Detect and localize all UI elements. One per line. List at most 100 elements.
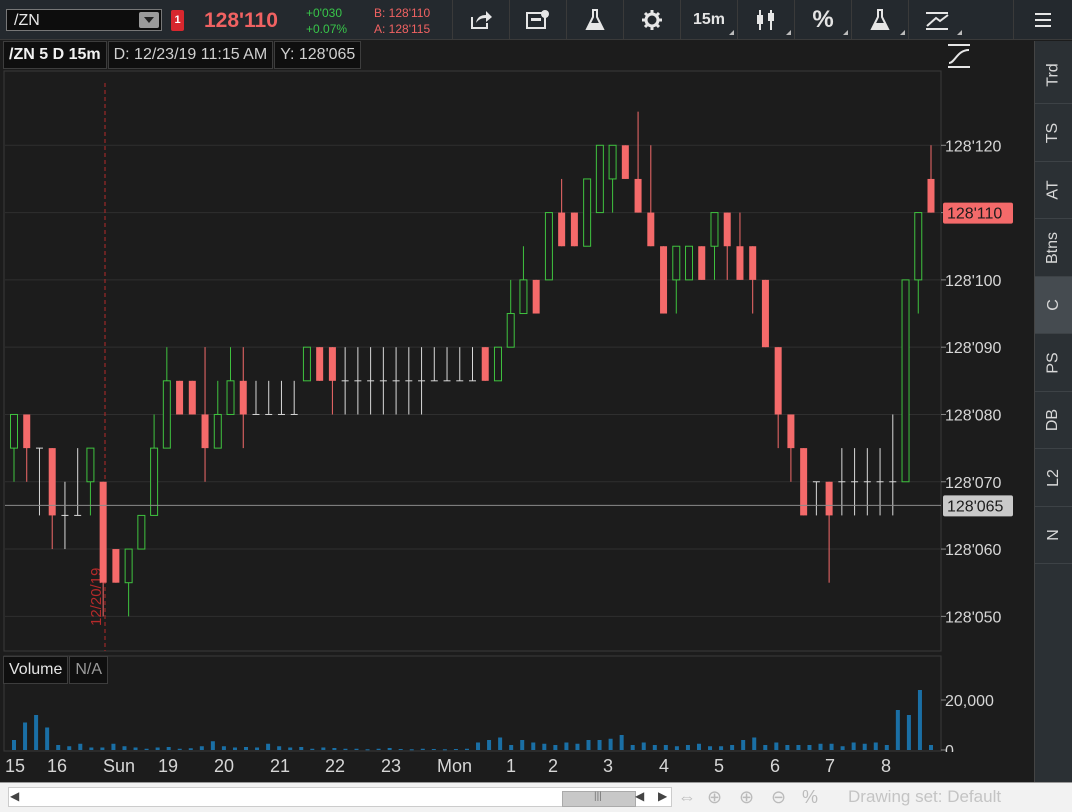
candle-body <box>825 481 833 516</box>
candle-body <box>787 414 795 449</box>
candle-body <box>927 178 935 213</box>
pan-icon[interactable]: ⇔ <box>678 787 696 808</box>
x-tick-label: 3 <box>603 756 614 776</box>
volume-chart[interactable]: 20,000 0 <box>3 655 1033 752</box>
tab-ts[interactable]: TS <box>1035 105 1072 162</box>
candle-body <box>723 212 731 247</box>
tab-at[interactable]: AT <box>1035 162 1072 219</box>
candle <box>595 144 604 214</box>
settings-button[interactable] <box>623 0 680 40</box>
chart-type-button[interactable] <box>737 0 794 40</box>
candle-body <box>710 212 719 247</box>
candle <box>188 380 196 415</box>
volume-bar <box>89 747 94 750</box>
alert-badge[interactable]: 1 <box>171 10 184 31</box>
volume-bar <box>420 748 425 750</box>
symbol-selector[interactable]: /ZN <box>6 9 162 31</box>
tab-btns[interactable]: Btns <box>1035 220 1072 277</box>
volume-bar <box>774 742 779 750</box>
drawings-button[interactable] <box>908 0 965 40</box>
volume-bar <box>23 722 28 750</box>
candle-body <box>583 178 592 247</box>
x-tick-label: 6 <box>770 756 781 776</box>
candle-body <box>914 212 923 281</box>
scroll-left-icon[interactable]: ◀ <box>10 789 19 803</box>
zoom-out-icon[interactable]: ⊖ <box>771 787 786 808</box>
tab-trd[interactable]: Trd <box>1035 47 1072 104</box>
net-change: +0'030 <box>306 6 342 20</box>
volume-bar <box>917 690 922 750</box>
chart-info-button[interactable] <box>509 0 566 40</box>
crosshair-icon[interactable]: ⊕ <box>707 787 722 808</box>
candle-body <box>481 347 489 381</box>
studies-menu-button[interactable] <box>851 0 908 40</box>
candle-body <box>23 414 31 449</box>
percent-icon: % <box>812 6 834 33</box>
candle-body <box>316 347 324 381</box>
last-price-tag-text: 128'110 <box>947 206 1002 223</box>
candle-body <box>137 514 146 550</box>
flask-icon <box>870 9 890 30</box>
volume-bar <box>310 748 315 750</box>
candle-body <box>328 347 336 381</box>
dropdown-corner-icon <box>729 30 734 35</box>
percent-view-icon[interactable]: % <box>802 787 818 808</box>
flask-icon <box>585 9 605 30</box>
price-chart[interactable]: 128'050 128'060 128'070 128'080 128'090 128'1… <box>3 41 1033 653</box>
candle <box>621 145 629 179</box>
tab-n[interactable]: N <box>1035 507 1072 564</box>
scrollbar-thumb[interactable] <box>562 791 636 807</box>
candle-body <box>698 246 706 280</box>
volume-tick-label: 0 <box>945 743 954 752</box>
volume-bar <box>873 742 878 750</box>
volume-bar <box>730 745 735 750</box>
x-tick-label: 2 <box>548 756 559 776</box>
volume-bar <box>895 710 900 750</box>
scroll-left-icon[interactable]: ◀ <box>635 789 644 803</box>
zoom-in-icon[interactable]: ⊕ <box>739 787 754 808</box>
candle-body <box>736 246 744 280</box>
percent-change: +0.07% <box>306 22 348 36</box>
candle-body <box>99 481 107 583</box>
tab-c[interactable]: C <box>1035 277 1072 334</box>
candle <box>660 246 668 314</box>
candle-body <box>239 380 247 415</box>
share-icon <box>471 11 492 29</box>
volume-bar <box>232 747 237 750</box>
percentage-button[interactable]: % <box>794 0 851 40</box>
volume-bar <box>674 746 679 750</box>
menu-button[interactable] <box>1013 0 1072 40</box>
candle-body <box>647 212 655 247</box>
tab-label: DB <box>1044 408 1062 432</box>
volume-bar <box>199 746 204 750</box>
share-button[interactable] <box>452 0 509 40</box>
volume-bar <box>277 746 282 750</box>
candle <box>176 380 184 415</box>
scroll-right-icon[interactable]: ▶ <box>658 789 667 803</box>
volume-bar <box>641 742 646 750</box>
drawing-set-label[interactable]: Drawing set: Default <box>848 787 1001 807</box>
volume-bar <box>78 743 83 750</box>
volume-bar <box>586 740 591 750</box>
tab-ps[interactable]: PS <box>1035 335 1072 392</box>
horizontal-scrollbar[interactable] <box>8 787 672 807</box>
volume-bar <box>343 748 348 750</box>
volume-bar <box>652 745 657 750</box>
studies-button[interactable] <box>566 0 623 40</box>
tab-l2[interactable]: L2 <box>1035 450 1072 507</box>
chart-style-icon[interactable] <box>945 42 973 70</box>
volume-bar <box>708 746 713 750</box>
candle-body <box>124 548 133 584</box>
x-tick-label: Mon <box>437 756 473 776</box>
timeframe-button[interactable]: 15m <box>680 0 737 40</box>
tab-db[interactable]: DB <box>1035 392 1072 449</box>
volume-bar <box>807 745 812 750</box>
news-icon <box>526 10 549 29</box>
volume-bar <box>332 748 337 750</box>
volume-bar <box>818 743 823 750</box>
crosshair-tag-text: 128'065 <box>947 498 1004 515</box>
last-price-tag: 128'110 <box>943 202 1013 224</box>
chevron-down-icon[interactable] <box>139 12 159 28</box>
hamburger-menu-icon <box>1035 13 1051 27</box>
volume-bar <box>542 743 547 750</box>
